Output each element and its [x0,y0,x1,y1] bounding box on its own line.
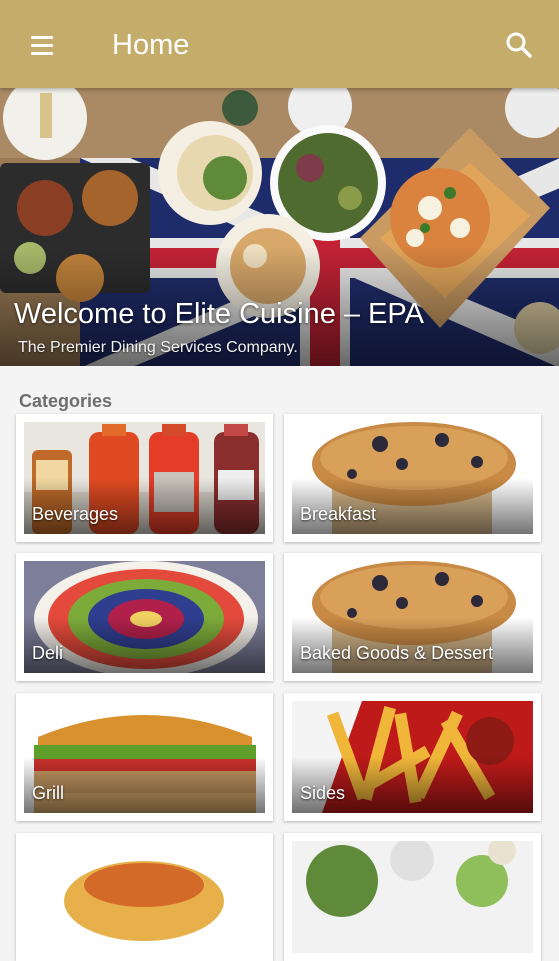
menu-icon[interactable] [20,24,64,68]
category-tile-sides[interactable]: Sides [284,693,541,821]
baked-goods-image: Baked Goods & Dessert [292,561,533,673]
category-image [24,841,265,953]
category-tile-breakfast[interactable]: Breakfast [284,414,541,542]
sides-image: Sides [292,701,533,813]
page-title: Home [112,29,190,61]
category-image [292,841,533,953]
hero-subtitle: The Premier Dining Services Company. [18,339,298,356]
categories-heading: Categories [19,391,113,411]
category-tile[interactable] [284,833,541,961]
category-tile-grill[interactable]: Grill [16,693,273,821]
search-icon[interactable] [497,24,541,68]
hero-banner: Welcome to Elite Cuisine – EPA The Premi… [0,88,559,366]
category-label: Beverages [32,504,119,524]
category-tile-baked-goods-dessert[interactable]: Baked Goods & Dessert [284,553,541,681]
app-bar: Home [0,0,559,88]
category-label: Sides [300,783,346,803]
beverages-image: Beverages [24,422,265,534]
category-tile[interactable] [16,833,273,961]
category-label: Baked Goods & Dessert [300,643,494,663]
category-label: Deli [32,643,64,663]
deli-image: Deli [24,561,265,673]
category-label: Breakfast [300,504,377,524]
category-tile-deli[interactable]: Deli [16,553,273,681]
grill-image: Grill [24,701,265,813]
breakfast-image: Breakfast [292,422,533,534]
category-label: Grill [32,783,64,803]
category-tile-beverages[interactable]: Beverages [16,414,273,542]
hero-title: Welcome to Elite Cuisine – EPA [14,298,424,330]
